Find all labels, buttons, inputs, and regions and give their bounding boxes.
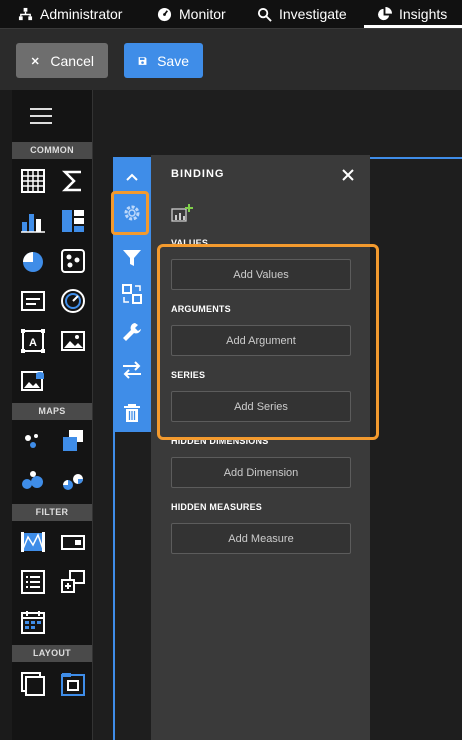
save-button[interactable]: Save bbox=[124, 43, 203, 78]
text-box-icon[interactable]: A bbox=[20, 328, 46, 354]
tree-view-icon[interactable] bbox=[60, 569, 86, 595]
selected-item-border-top bbox=[370, 157, 462, 159]
choropleth-map-icon[interactable] bbox=[60, 428, 86, 454]
combo-box-icon[interactable] bbox=[60, 529, 86, 555]
hamburger-menu-icon[interactable] bbox=[30, 108, 52, 124]
panel-title: BINDING bbox=[171, 168, 225, 180]
add-measure-button[interactable]: Add Measure bbox=[171, 523, 351, 554]
wrench-icon[interactable] bbox=[113, 314, 151, 350]
section-common-label: COMMON bbox=[12, 142, 92, 159]
card-icon[interactable] bbox=[20, 288, 46, 314]
section-layout-label: LAYOUT bbox=[12, 645, 92, 662]
top-nav: Administrator Monitor Investigate Insigh… bbox=[0, 0, 462, 28]
bubble-map-icon[interactable] bbox=[20, 428, 46, 454]
scatter-card-icon[interactable] bbox=[60, 248, 86, 274]
binding-fields-highlight-box bbox=[157, 244, 379, 440]
tab-container-icon[interactable] bbox=[60, 671, 86, 697]
nav-label: Investigate bbox=[279, 6, 347, 22]
gauge-icon bbox=[157, 7, 172, 21]
svg-text:A: A bbox=[29, 337, 37, 349]
grid-icon[interactable] bbox=[20, 168, 46, 194]
nav-item-administrator[interactable]: Administrator bbox=[18, 0, 122, 28]
trash-icon[interactable] bbox=[113, 395, 151, 431]
pie-chart-tool-icon[interactable] bbox=[20, 248, 46, 274]
left-gutter bbox=[0, 90, 12, 740]
add-dimension-button[interactable]: Add Dimension bbox=[171, 457, 351, 488]
sigma-icon[interactable] bbox=[60, 168, 86, 194]
nav-item-insights[interactable]: Insights bbox=[377, 0, 447, 28]
section-maps-label: MAPS bbox=[12, 403, 92, 420]
group-icon[interactable] bbox=[20, 671, 46, 697]
search-icon bbox=[257, 7, 272, 22]
cancel-button[interactable]: Cancel bbox=[16, 43, 108, 78]
toolbar: Cancel Save bbox=[0, 28, 462, 91]
floppy-disk-icon bbox=[138, 56, 147, 65]
close-icon[interactable] bbox=[339, 166, 357, 184]
range-filter-icon[interactable] bbox=[20, 529, 46, 555]
gear-highlight-box bbox=[111, 191, 149, 235]
nav-label: Monitor bbox=[179, 6, 226, 22]
add-chart-series-icon[interactable] bbox=[171, 203, 193, 223]
sitemap-icon bbox=[18, 7, 33, 20]
cancel-label: Cancel bbox=[50, 52, 94, 69]
nav-item-investigate[interactable]: Investigate bbox=[257, 0, 347, 28]
pie-map-icon[interactable] bbox=[60, 468, 86, 494]
treemap-icon[interactable] bbox=[60, 208, 86, 234]
section-filter-label: FILTER bbox=[12, 504, 92, 521]
nav-label: Administrator bbox=[40, 6, 123, 22]
nav-label: Insights bbox=[399, 6, 448, 22]
filter-funnel-icon[interactable] bbox=[113, 240, 151, 276]
pie-chart-icon bbox=[378, 6, 392, 20]
interactivity-arrows-icon[interactable] bbox=[113, 352, 151, 388]
date-filter-icon[interactable] bbox=[20, 609, 46, 635]
close-icon bbox=[31, 57, 39, 64]
image-icon[interactable] bbox=[60, 328, 86, 354]
save-label: Save bbox=[157, 52, 189, 69]
geo-point-map-icon[interactable] bbox=[20, 468, 46, 494]
collapse-chevron-up-icon[interactable] bbox=[113, 159, 151, 195]
nav-item-monitor[interactable]: Monitor bbox=[157, 0, 226, 28]
gauge-tool-icon[interactable] bbox=[60, 288, 86, 314]
selected-item-border-left bbox=[113, 432, 115, 740]
bound-image-icon[interactable] bbox=[20, 368, 46, 394]
list-box-icon[interactable] bbox=[20, 569, 46, 595]
bar-chart-icon[interactable] bbox=[20, 208, 46, 234]
convert-item-icon[interactable] bbox=[113, 276, 151, 312]
hidden-measures-label: HIDDEN MEASURES bbox=[171, 502, 263, 512]
